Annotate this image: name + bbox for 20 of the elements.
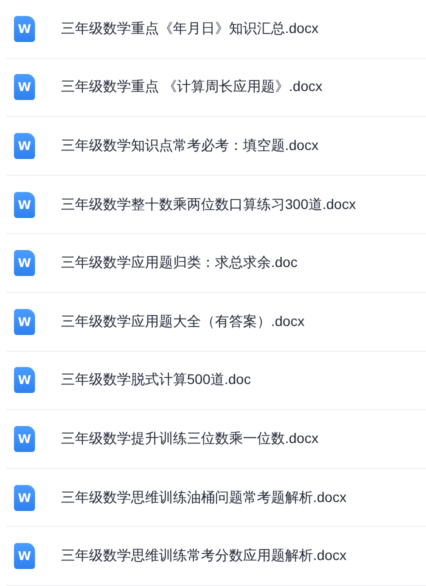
word-document-icon: W bbox=[14, 484, 35, 511]
word-document-icon: W bbox=[14, 367, 35, 394]
file-name[interactable]: 三年级数学思维训练常考分数应用题解析.docx bbox=[61, 547, 346, 566]
file-name[interactable]: 三年级数学知识点常考必考：填空题.docx bbox=[61, 136, 318, 155]
file-name[interactable]: 三年级数学提升训练三位数乘一位数.docx bbox=[61, 430, 318, 448]
word-document-icon: W bbox=[14, 192, 35, 218]
word-document-icon: W bbox=[14, 250, 35, 276]
file-name[interactable]: 三年级数学重点《年月日》知识汇总.docx bbox=[61, 20, 318, 38]
word-document-icon: W bbox=[14, 426, 35, 452]
word-document-icon: W bbox=[14, 16, 35, 42]
word-document-icon: W bbox=[14, 132, 35, 159]
word-document-icon: W bbox=[14, 74, 35, 100]
file-name[interactable]: 三年级数学思维训练油桶问题常考题解析.docx bbox=[61, 488, 346, 507]
word-document-icon: W bbox=[14, 308, 35, 335]
file-name[interactable]: 三年级数学应用题归类：求总求余.doc bbox=[61, 254, 298, 272]
file-name[interactable]: 三年级数学重点 《计算周长应用题》.docx bbox=[61, 78, 322, 96]
file-name[interactable]: 三年级数学整十数乘两位数口算练习300道.docx bbox=[61, 196, 356, 214]
file-name[interactable]: 三年级数学应用题大全（有答案）.docx bbox=[61, 312, 304, 331]
file-name[interactable]: 三年级数学脱式计算500道.doc bbox=[61, 371, 251, 390]
word-document-icon: W bbox=[14, 543, 35, 570]
